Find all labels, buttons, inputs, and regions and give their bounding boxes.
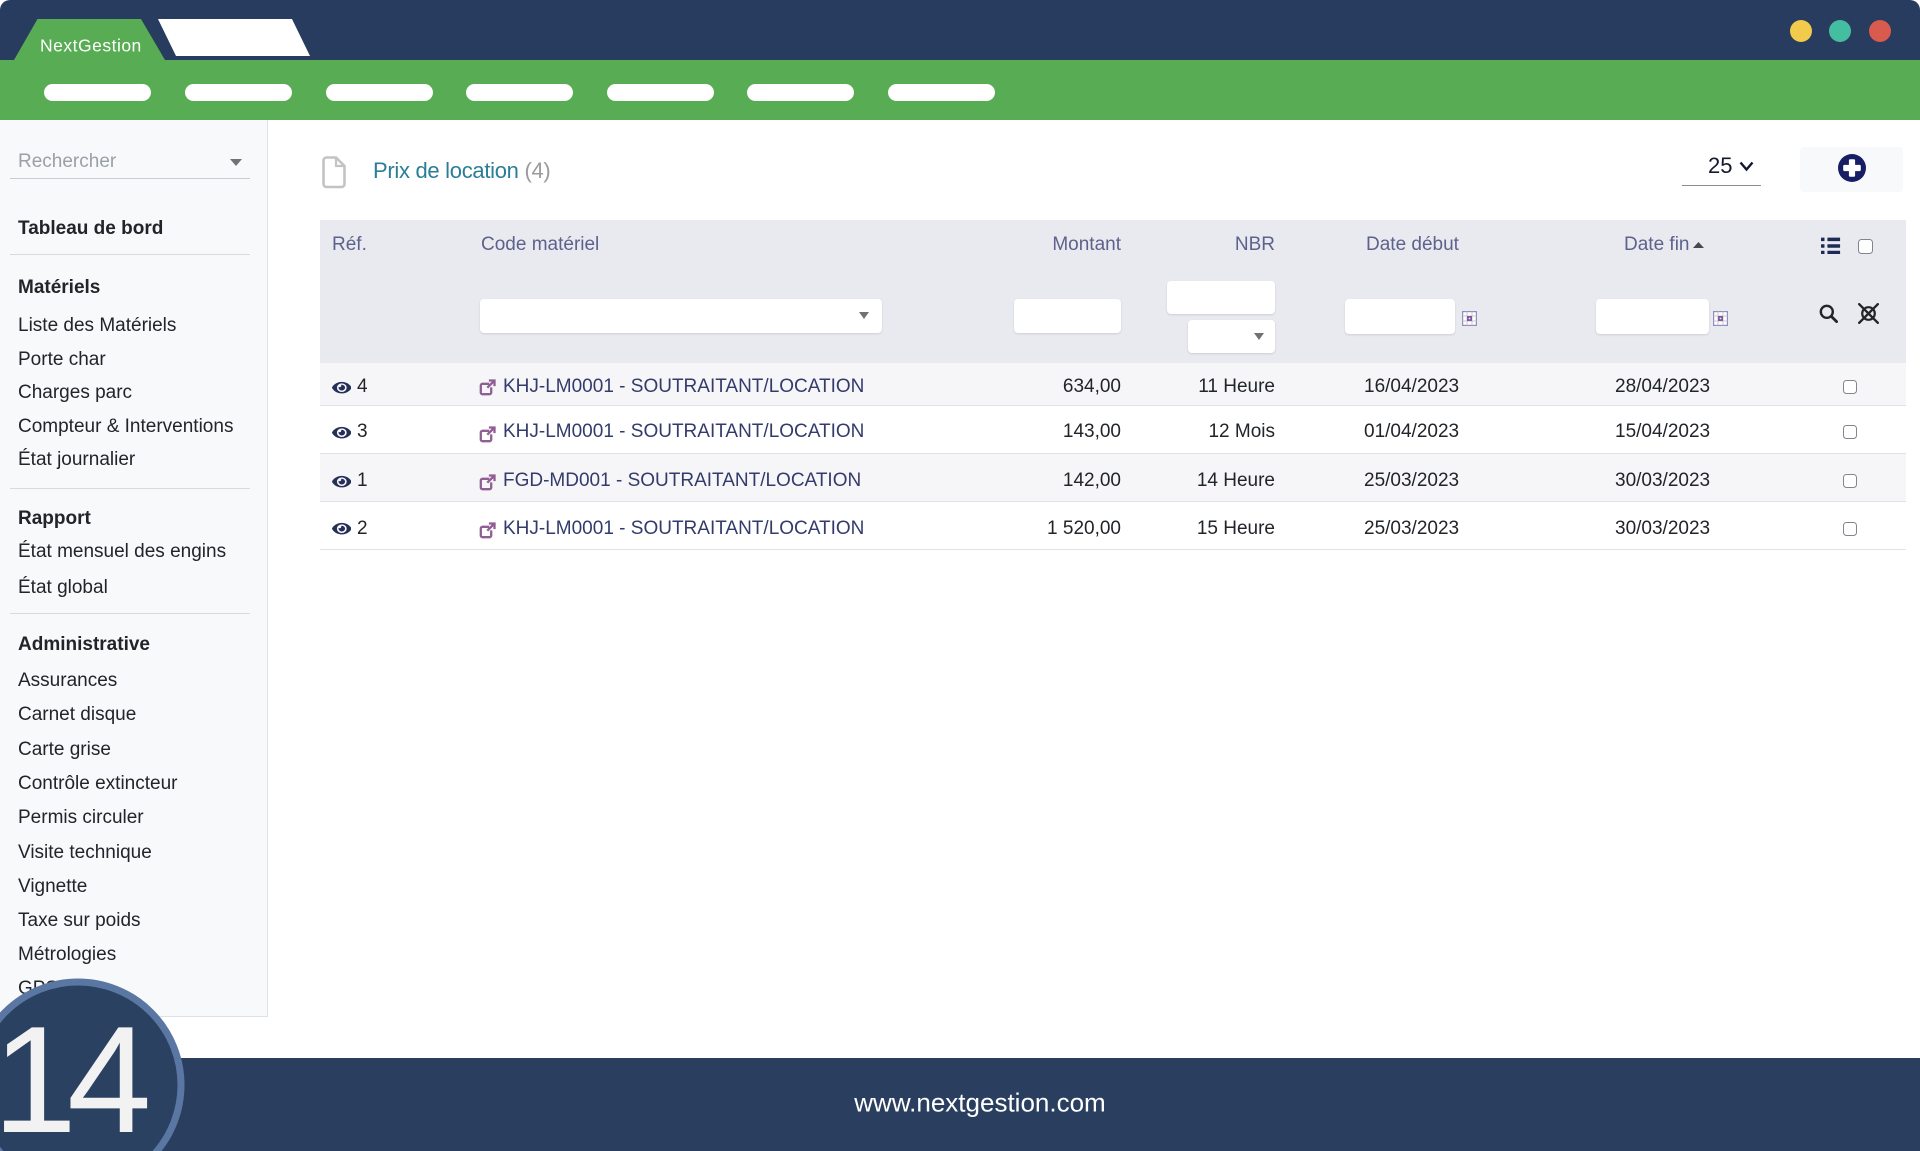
svg-text:14: 14 [0,995,148,1151]
